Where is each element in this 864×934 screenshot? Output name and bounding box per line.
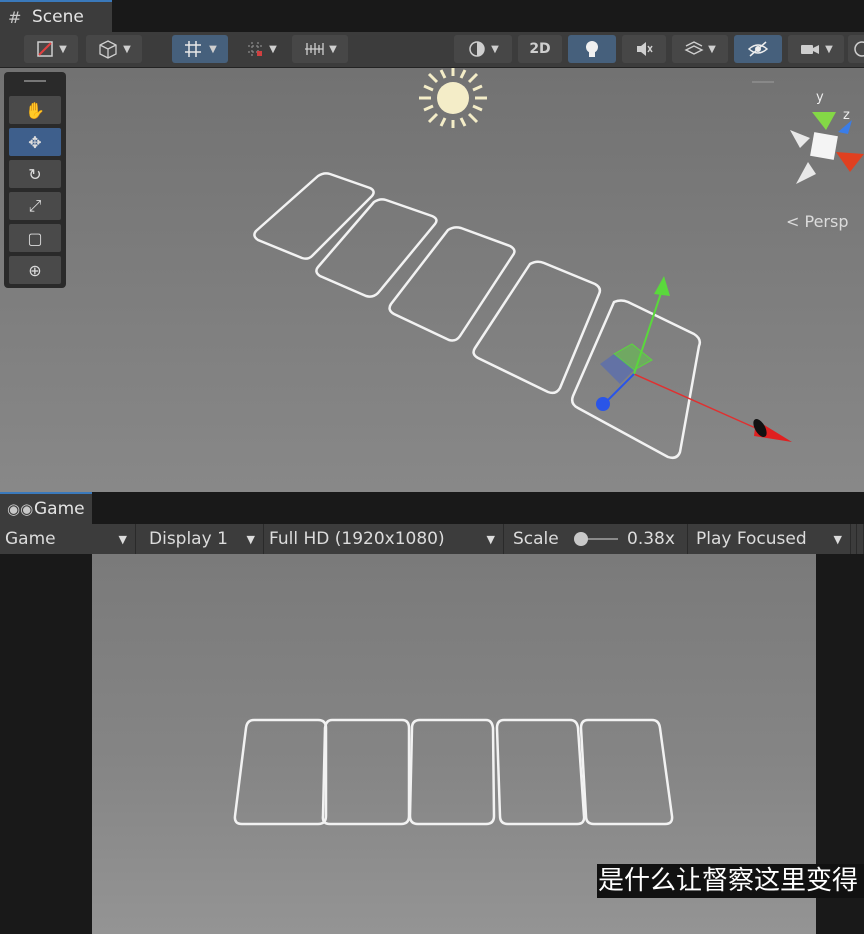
resolution-select[interactable]: Full HD (1920x1080) ▼ xyxy=(264,524,504,554)
rect-icon: ▢ xyxy=(27,228,43,248)
play-mode-select[interactable]: Play Focused ▼ xyxy=(691,524,851,554)
lightbulb-icon xyxy=(586,41,598,57)
grid-snap-dropdown[interactable]: ▼ xyxy=(172,35,228,63)
camera-dropdown[interactable]: ▼ xyxy=(788,35,844,63)
display-select-label: Display 1 xyxy=(149,529,228,549)
tools-overlay: ✋ ✥ ↻ ⤢ ▢ ⊕ xyxy=(4,72,66,288)
increment-snap-dropdown[interactable]: ▼ xyxy=(236,35,286,63)
scale-slider-knob[interactable] xyxy=(574,532,588,546)
scene-tab-bar: # Scene xyxy=(0,0,864,32)
axis-z-label: z xyxy=(843,108,850,123)
ruler-dropdown[interactable]: ▼ xyxy=(292,35,348,63)
axis-y-label: y xyxy=(816,90,824,105)
chevron-down-icon: ▼ xyxy=(269,43,277,55)
layers-icon xyxy=(684,41,704,55)
ruler-icon xyxy=(305,43,324,55)
hand-icon: ✋ xyxy=(25,100,45,120)
display-select[interactable]: Display 1 ▼ xyxy=(144,524,264,554)
hand-tool-button[interactable]: ✋ xyxy=(9,96,61,124)
chevron-down-icon: ▼ xyxy=(708,43,716,55)
transform-icon: ⊕ xyxy=(28,260,42,280)
effects-dropdown[interactable]: ▼ xyxy=(672,35,728,63)
eye-hidden-icon xyxy=(747,41,769,57)
toolbar-overflow[interactable] xyxy=(856,524,864,554)
scale-tool-button[interactable]: ⤢ xyxy=(9,192,61,220)
chevron-down-icon: ▼ xyxy=(123,43,131,55)
overlay-drag-handle[interactable] xyxy=(24,80,46,82)
draw-mode-icon xyxy=(37,41,53,57)
scale-value: 0.38x xyxy=(627,529,675,549)
grid-icon: # xyxy=(8,8,22,27)
snap-increment-icon xyxy=(248,42,263,56)
rotate-icon: ↻ xyxy=(28,164,42,184)
card-outline-3 xyxy=(408,718,496,826)
orientation-gizmo: y z xyxy=(790,90,864,184)
card-outline-4 xyxy=(495,718,586,826)
chevron-down-icon: ▼ xyxy=(329,43,337,55)
card-outline-5 xyxy=(570,299,702,460)
card-outline-3 xyxy=(388,226,516,342)
tab-scene[interactable]: # Scene xyxy=(0,0,112,32)
scale-icon: ⤢ xyxy=(28,196,42,215)
grid-snap-icon xyxy=(185,41,202,57)
gizmos-dropdown[interactable] xyxy=(848,35,864,63)
card-outline-2 xyxy=(321,718,411,826)
rotate-tool-button[interactable]: ↻ xyxy=(9,160,61,188)
gamepad-icon: ◉◉ xyxy=(7,500,34,518)
audio-toggle[interactable] xyxy=(622,35,666,63)
video-subtitle: 是什么让督察这里变得 xyxy=(597,864,864,898)
card-outline-4 xyxy=(472,260,602,395)
shading-dropdown[interactable]: ▼ xyxy=(454,35,512,63)
game-letterbox-left xyxy=(0,554,92,934)
transform-tool-button[interactable]: ⊕ xyxy=(9,256,61,284)
game-tab-bar: ◉◉ Game xyxy=(0,492,864,524)
tab-game-label: Game xyxy=(34,499,85,519)
scene-drawing: y z xyxy=(253,68,864,460)
directional-light-icon xyxy=(419,68,487,128)
move-icon: ✥ xyxy=(28,132,42,152)
camera-icon xyxy=(801,45,820,54)
view-select[interactable]: Game ▼ xyxy=(0,524,136,554)
draw-mode-dropdown[interactable]: ▼ xyxy=(24,35,78,63)
card-outline-1 xyxy=(253,172,375,260)
toggle-2d-label: 2D xyxy=(529,41,551,57)
game-toolbar: Game ▼ Display 1 ▼ Full HD (1920x1080) ▼… xyxy=(0,524,864,554)
chevron-down-icon: ▼ xyxy=(825,43,833,55)
scene-toolbar: ▼ ▼ ▼ ▼ ▼ ▼ 2D ▼ ▼ xyxy=(0,32,864,68)
sphere-icon xyxy=(469,41,485,57)
chevron-down-icon: ▼ xyxy=(833,532,842,546)
projection-toggle[interactable]: < Persp xyxy=(786,212,848,231)
toggle-2d-button[interactable]: 2D xyxy=(518,35,562,63)
chevron-down-icon: ▼ xyxy=(118,532,127,546)
scene-viewport[interactable]: y z xyxy=(0,68,864,492)
scale-label: Scale xyxy=(513,529,559,549)
chevron-down-icon: ▼ xyxy=(209,43,217,55)
chevron-down-icon: ▼ xyxy=(59,43,67,55)
chevron-down-icon: ▼ xyxy=(246,532,255,546)
resolution-select-label: Full HD (1920x1080) xyxy=(269,529,445,549)
chevron-down-icon: ▼ xyxy=(491,43,499,55)
card-outline-1 xyxy=(233,718,328,826)
tab-game[interactable]: ◉◉ Game xyxy=(0,492,92,524)
render-mode-dropdown[interactable]: ▼ xyxy=(86,35,142,63)
lighting-toggle[interactable] xyxy=(568,35,616,63)
move-tool-button[interactable]: ✥ xyxy=(9,128,61,156)
card-outline-5 xyxy=(579,718,674,826)
rect-tool-button[interactable]: ▢ xyxy=(9,224,61,252)
chevron-down-icon: ▼ xyxy=(486,532,495,546)
play-mode-label: Play Focused xyxy=(696,529,807,549)
speaker-mute-icon xyxy=(637,42,653,56)
tab-scene-label: Scene xyxy=(32,7,84,27)
globe-icon xyxy=(854,41,864,57)
scene-visibility-toggle[interactable] xyxy=(734,35,782,63)
card-outline-2 xyxy=(315,198,438,298)
view-select-label: Game xyxy=(5,529,56,549)
cube-icon xyxy=(99,40,117,59)
